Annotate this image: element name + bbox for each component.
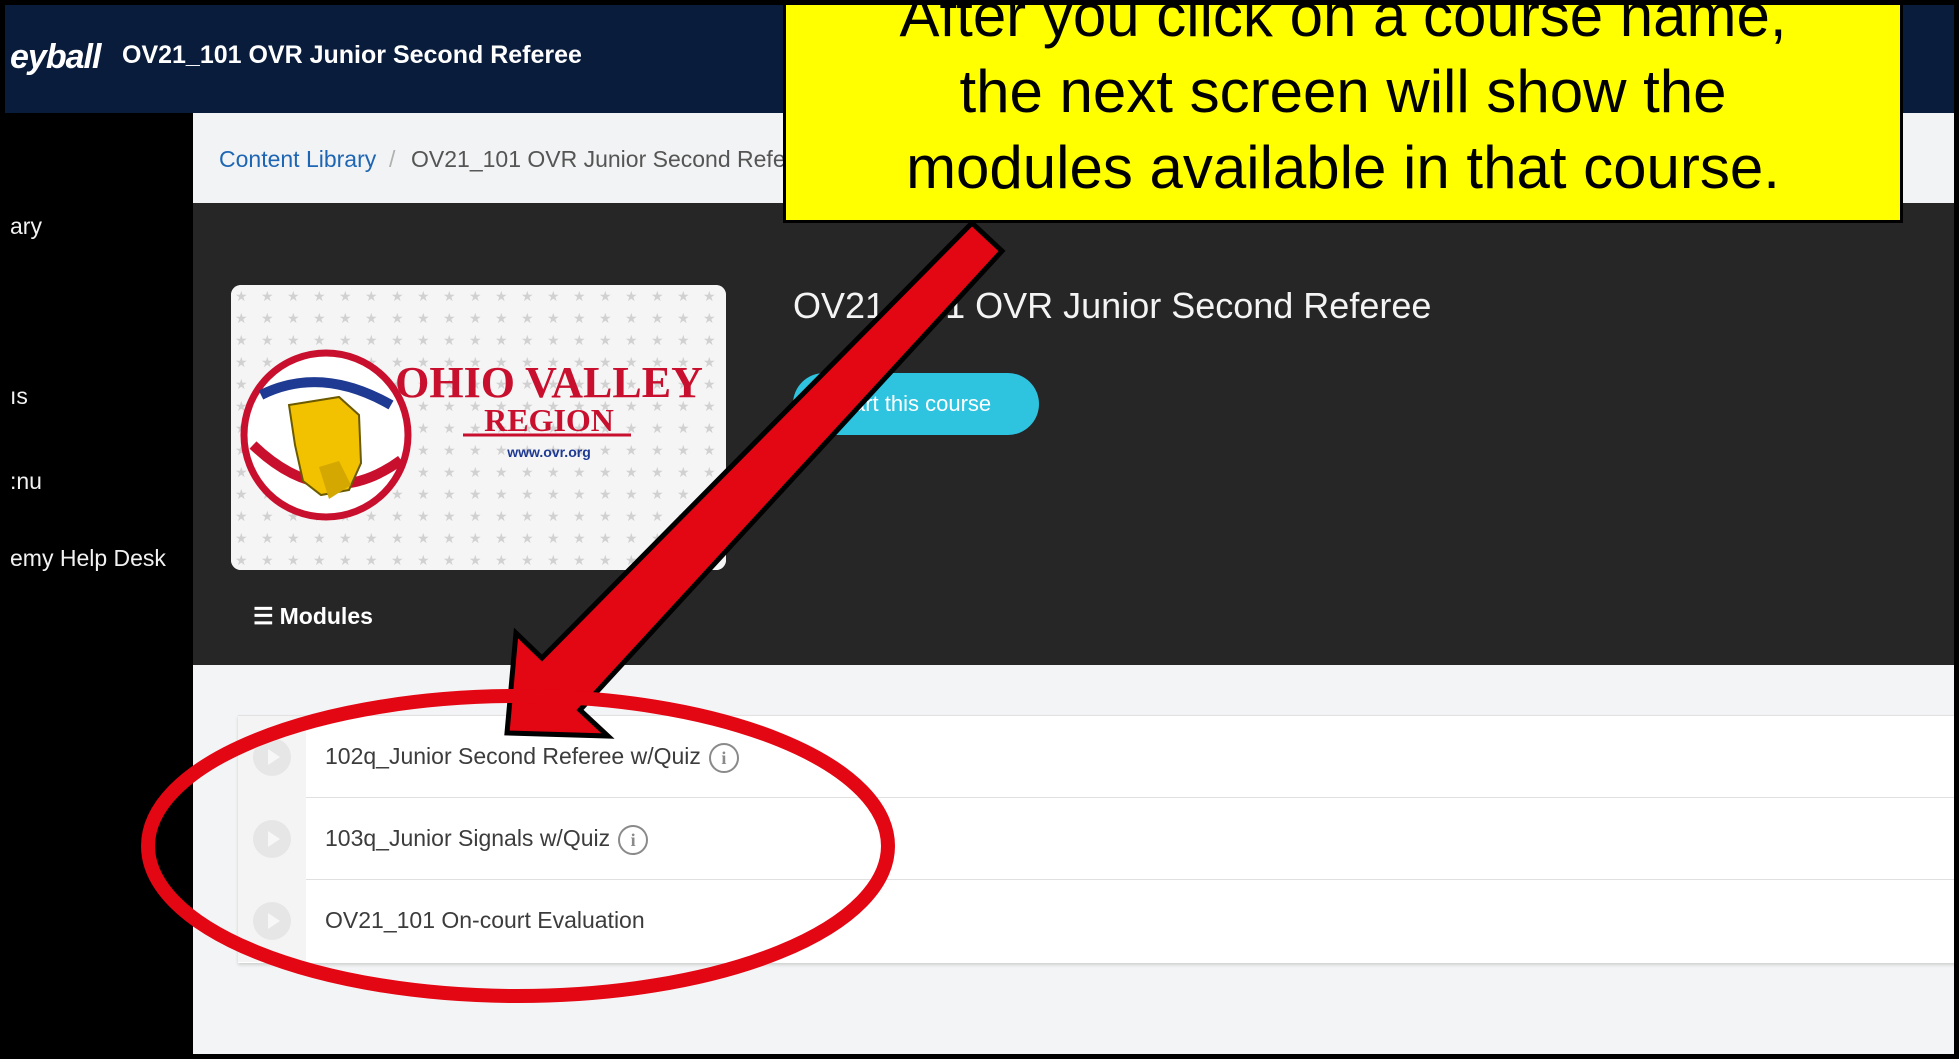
module-title-text: 102q_Junior Second Referee w/Quiz [325, 743, 701, 770]
logo-url: www.ovr.org [506, 444, 591, 460]
annotation-callout: After you click on a course name, the ne… [783, 0, 1903, 223]
sidebar-item-menu[interactable]: :nu [10, 468, 42, 495]
course-title: OV21_101 OVR Junior Second Referee [793, 285, 1432, 326]
module-title-link[interactable]: OV21_101 On-court Evaluation [325, 907, 645, 934]
module-gutter [238, 798, 306, 880]
module-title-text: 103q_Junior Signals w/Quiz [325, 825, 611, 852]
play-icon[interactable] [253, 820, 291, 858]
sidebar: ary ıs :nu emy Help Desk [5, 113, 193, 1054]
course-header: ★ OHIO VALLEY REGION www.ovr.org OV21_10… [193, 203, 1954, 665]
breadcrumb-current-course: OV21_101 OVR Junior Second Refe [411, 146, 786, 172]
callout-line-1: After you click on a course name, [899, 0, 1787, 49]
sidebar-item-help-desk[interactable]: emy Help Desk [10, 545, 166, 572]
breadcrumb-content-library-link[interactable]: Content Library [219, 146, 376, 173]
brand-logo[interactable]: eyball [10, 38, 101, 77]
tab-modules[interactable]: ☰ Modules [253, 603, 373, 630]
module-title-text: OV21_101 On-court Evaluation [325, 907, 645, 933]
screenshot-frame: eyball OV21_101 OVR Junior Second Refere… [0, 0, 1959, 1059]
module-row[interactable]: OV21_101 On-court Evaluation [238, 880, 1954, 962]
callout-line-2: the next screen will show the [959, 58, 1727, 125]
sidebar-item-library[interactable]: ary [10, 213, 42, 240]
play-icon[interactable] [253, 902, 291, 940]
callout-line-3: modules available in that course. [906, 134, 1780, 201]
module-title-link[interactable]: 102q_Junior Second Referee w/Quiz i [325, 743, 739, 773]
logo-name-line2: REGION [484, 402, 614, 438]
module-row[interactable]: 102q_Junior Second Referee w/Quiz i [238, 716, 1954, 798]
sidebar-item-programs[interactable]: ıs [10, 383, 28, 410]
course-thumbnail: ★ OHIO VALLEY REGION www.ovr.org [231, 285, 726, 570]
start-course-button[interactable]: art this course [793, 373, 1039, 435]
play-icon[interactable] [253, 738, 291, 776]
tab-modules-label: Modules [279, 603, 373, 629]
logo-name-line1: OHIO VALLEY [395, 358, 703, 407]
module-title-link[interactable]: 103q_Junior Signals w/Quiz i [325, 825, 649, 855]
list-icon: ☰ [253, 603, 274, 629]
module-row[interactable]: 103q_Junior Signals w/Quiz i [238, 798, 1954, 880]
header-course-title: OV21_101 OVR Junior Second Referee [122, 41, 582, 69]
info-icon[interactable]: i [708, 743, 739, 773]
info-icon[interactable]: i [618, 825, 649, 855]
ohio-valley-logo: ★ OHIO VALLEY REGION www.ovr.org [231, 285, 726, 570]
module-gutter [238, 880, 306, 962]
module-gutter [238, 716, 306, 798]
breadcrumb-separator: / [389, 146, 396, 172]
modules-list: 102q_Junior Second Referee w/Quiz i 103q_… [238, 715, 1954, 963]
